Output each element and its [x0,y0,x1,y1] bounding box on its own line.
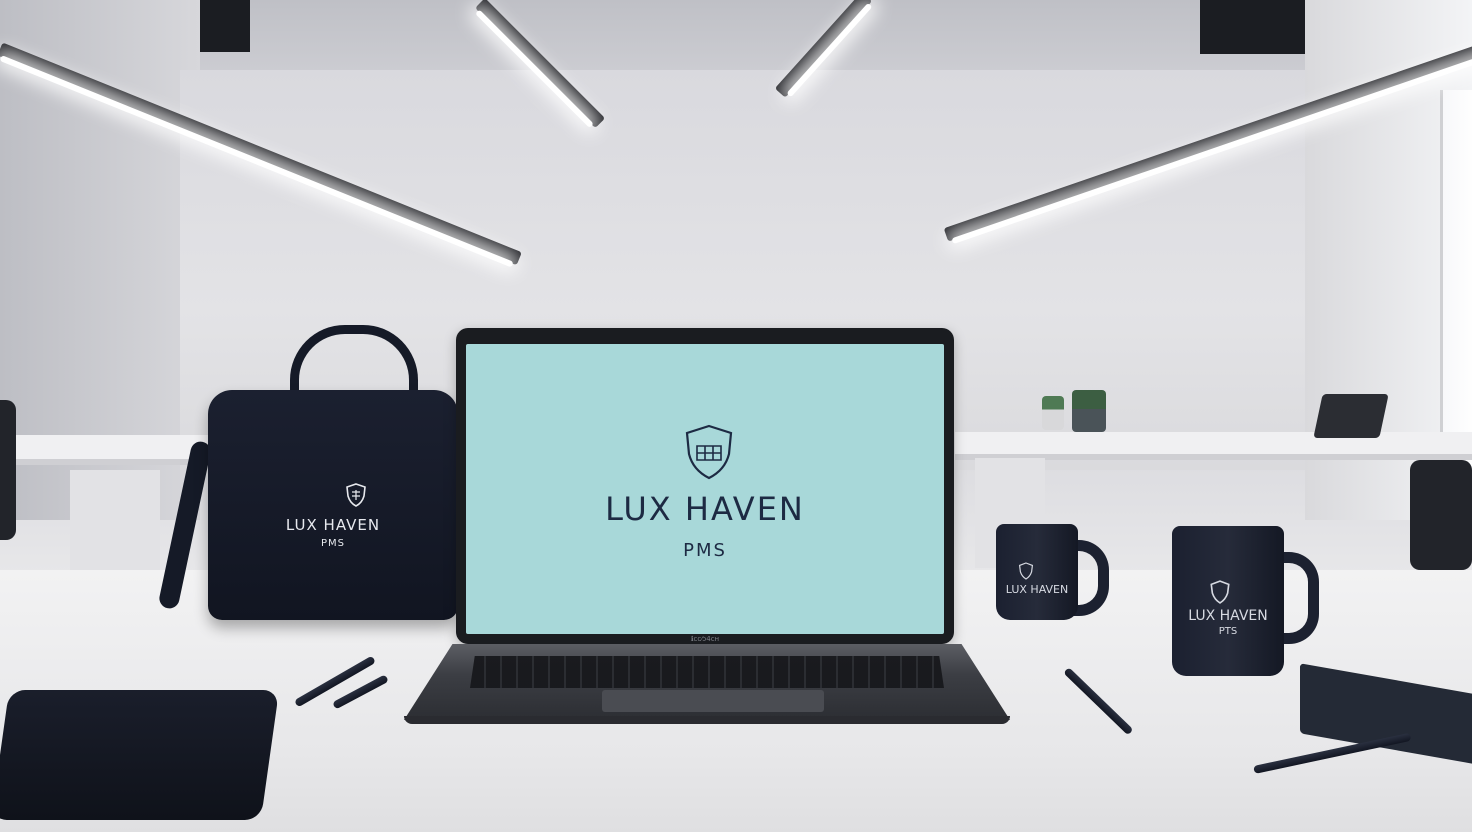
bag-brand-subtitle: PMS [320,538,345,549]
potted-plant [1072,390,1106,432]
shield-crest-icon [346,483,366,507]
screen-brand-subtitle: PMS [683,540,727,561]
office-scene: LUX HAVEN PMS LUX HAVEN PMS ℹcc⁄ɔ4cʜ LUX… [0,0,1472,832]
laptop-bag [208,390,458,620]
background-chair [0,400,16,540]
window [1440,90,1472,470]
background-desk-leg [70,470,160,580]
leather-notebook [0,690,280,820]
screen-brand-title: LUX HAVEN [605,490,805,528]
shield-crest-icon [1210,580,1230,604]
laptop-trackpad [602,690,824,712]
laptop-keyboard [470,656,944,688]
laptop: LUX HAVEN PMS ℹcc⁄ɔ4cʜ [456,328,954,644]
potted-plant [1042,396,1064,430]
background-desk [955,432,1472,460]
laptop-front-edge [404,716,1010,724]
background-chair [1410,460,1472,570]
mug-brand-title: LUX HAVEN [1188,608,1268,624]
laptop-screen: LUX HAVEN PMS [466,344,944,634]
shield-crest-icon [685,424,733,480]
mug-brand-title: LUX HAVEN [1005,583,1069,596]
shield-crest-icon [1018,562,1034,580]
background-laptop [1313,394,1389,438]
bag-brand-title: LUX HAVEN [285,516,381,534]
coffee-mug [996,524,1078,620]
bezel-label: ℹcc⁄ɔ4cʜ [690,635,720,643]
mug-brand-subtitle: PTS [1218,626,1238,637]
ceiling-beam [1200,0,1310,54]
